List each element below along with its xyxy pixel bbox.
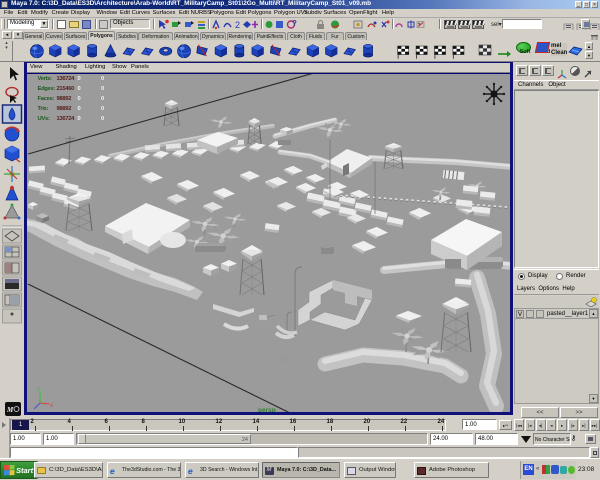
svg-text:0: 0: [101, 76, 104, 82]
svg-text:136724: 136724: [57, 116, 76, 122]
svg-text:x: x: [50, 403, 53, 409]
svg-text:98892: 98892: [57, 106, 72, 112]
svg-text:M: M: [6, 406, 14, 414]
svg-text:0: 0: [78, 76, 81, 82]
svg-text:215460: 215460: [57, 86, 75, 92]
svg-text:2: 2: [235, 20, 240, 30]
svg-text:0: 0: [78, 116, 81, 122]
svg-text:0: 0: [78, 96, 81, 102]
svg-text:98892: 98892: [57, 96, 72, 102]
svg-text:Faces:: Faces:: [38, 96, 55, 102]
svg-text:UVs:: UVs:: [38, 116, 50, 122]
svg-text:y: y: [37, 387, 40, 393]
svg-text:Edges:: Edges:: [38, 86, 56, 92]
svg-text:0: 0: [101, 96, 104, 102]
svg-text:Verts:: Verts:: [38, 76, 53, 82]
svg-text:0: 0: [78, 106, 81, 112]
svg-text:136724: 136724: [57, 76, 76, 82]
svg-text:Tris:: Tris:: [38, 106, 49, 112]
svg-text:0: 0: [101, 86, 104, 92]
svg-text:0: 0: [101, 116, 104, 122]
svg-text:0: 0: [101, 106, 104, 112]
svg-text:0: 0: [78, 86, 81, 92]
